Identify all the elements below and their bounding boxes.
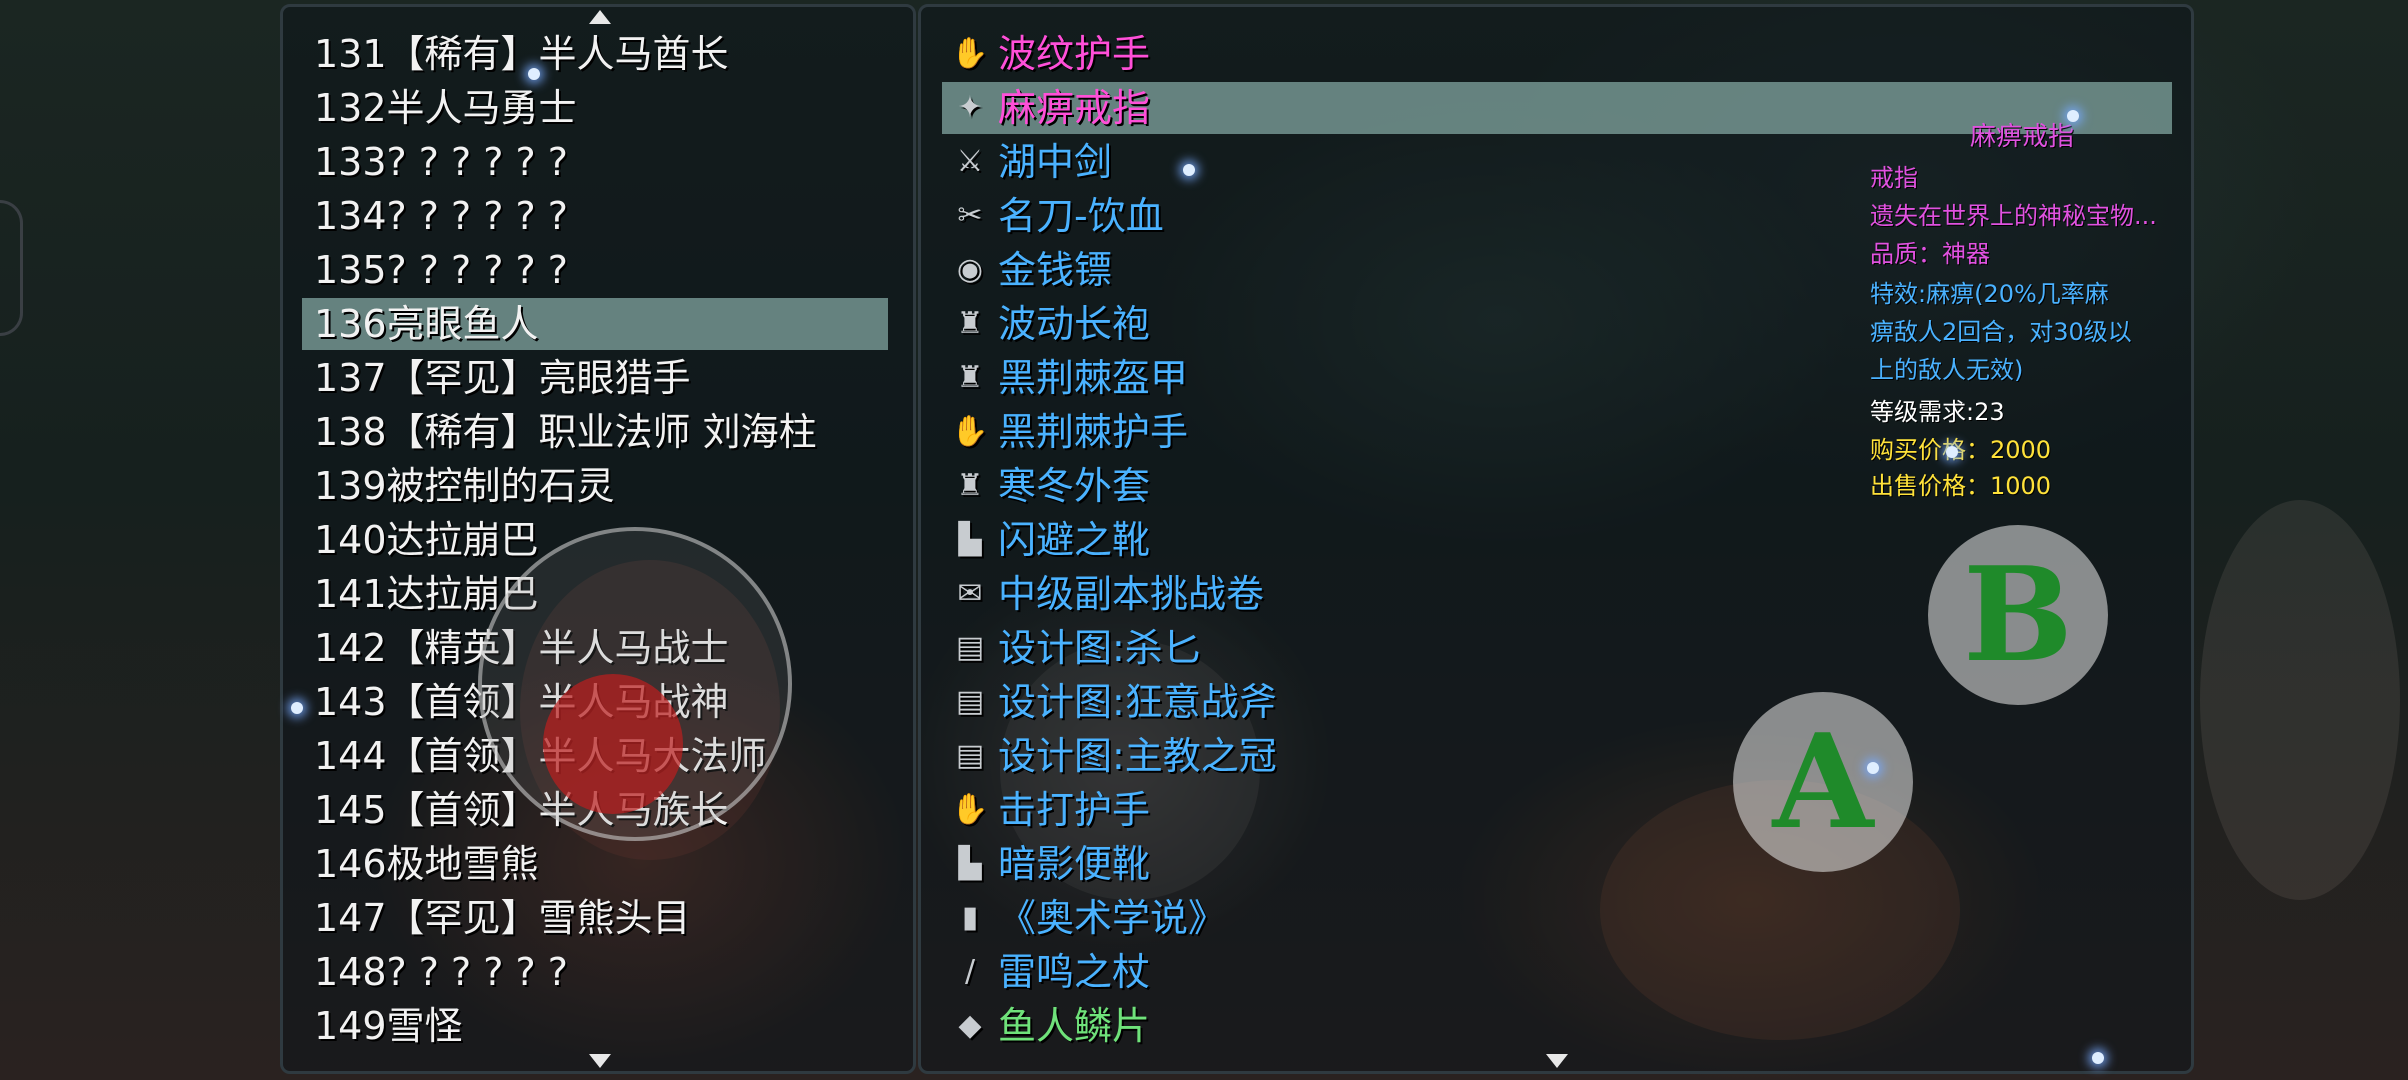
item-label: 麻痹戒指 <box>998 86 1151 130</box>
monster-list-item[interactable]: 139被控制的石灵 <box>302 460 888 512</box>
monster-list-item[interactable]: 135? ? ? ? ? ? <box>302 244 888 296</box>
gauntlet-icon: ✋ <box>951 36 989 71</box>
detail-description: 遗失在世界上的神秘宝物... <box>1870 202 2157 230</box>
detail-effect-line3: 上的敌人无效) <box>1870 356 2024 384</box>
item-label: 名刀-饮血 <box>998 194 1164 238</box>
monster-list-item[interactable]: 134? ? ? ? ? ? <box>302 190 888 242</box>
detail-effect-line1: 特效:麻痹(20%几率麻 <box>1870 280 2109 308</box>
detail-quality: 品质：神器 <box>1870 240 1990 268</box>
detail-sell-price: 出售价格：1000 <box>1870 472 2052 500</box>
scroll-up-arrow-icon[interactable] <box>589 10 611 24</box>
item-list-item[interactable]: ◆ 鱼人鳞片 <box>942 1000 2172 1052</box>
item-label: 金钱镖 <box>998 248 1113 292</box>
monster-list-item[interactable]: 137【罕见】亮眼猎手 <box>302 352 888 404</box>
sparkle-effect <box>1867 762 1879 774</box>
item-label: 黑荆棘护手 <box>998 410 1189 454</box>
coat-icon: ♜ <box>956 468 984 503</box>
item-label: 击打护手 <box>998 788 1151 832</box>
item-label: 设计图:杀匕 <box>998 626 1201 670</box>
item-label: 波纹护手 <box>998 32 1151 76</box>
item-label: 暗影便靴 <box>998 842 1151 886</box>
item-label: 设计图:主教之冠 <box>998 734 1277 778</box>
item-scroll-down-arrow-icon[interactable] <box>1546 1054 1568 1068</box>
sword-icon: ⚔ <box>956 144 984 179</box>
monster-list-item[interactable]: 146极地雪熊 <box>302 838 888 890</box>
boot-icon: ▙ <box>958 522 982 557</box>
monster-list-item[interactable]: 147【罕见】雪熊头目 <box>302 892 888 944</box>
item-list-item[interactable]: ▮ 《奥术学说》 <box>942 892 2172 944</box>
item-label: 设计图:狂意战斧 <box>998 680 1277 724</box>
blueprint-icon: ▤ <box>955 738 985 773</box>
detail-buy-price: 购买价格：2000 <box>1870 436 2052 464</box>
a-button[interactable]: A <box>1733 692 1913 872</box>
sparkle-effect <box>2092 1052 2104 1064</box>
sparkle-effect <box>528 68 540 80</box>
coin-icon: ◉ <box>956 252 984 287</box>
item-label: 鱼人鳞片 <box>998 1004 1151 1048</box>
monster-list-item[interactable]: 132半人马勇士 <box>302 82 888 134</box>
left-edge-handle[interactable] <box>0 200 23 336</box>
monster-list-item[interactable]: 133? ? ? ? ? ? <box>302 136 888 188</box>
glove-icon: ✋ <box>951 414 989 449</box>
blueprint-icon: ▤ <box>955 630 985 665</box>
item-label: 中级副本挑战卷 <box>998 572 1265 616</box>
monster-list-item[interactable]: 148? ? ? ? ? ? <box>302 946 888 998</box>
staff-icon: / <box>964 954 976 989</box>
gauntlet-icon: ✋ <box>951 792 989 827</box>
detail-effect-line2: 痹敌人2回合，对30级以 <box>1870 318 2132 346</box>
item-label: 湖中剑 <box>998 140 1113 184</box>
item-label: 闪避之靴 <box>998 518 1151 562</box>
monster-list-item[interactable]: 136亮眼鱼人 <box>302 298 888 350</box>
monster-list-item[interactable]: 149雪怪 <box>302 1000 888 1052</box>
detail-level-requirement: 等级需求:23 <box>1870 398 2005 426</box>
scale-icon: ◆ <box>958 1008 982 1043</box>
monster-list-item[interactable]: 138【稀有】职业法师 刘海柱 <box>302 406 888 458</box>
detail-item-name: 麻痹戒指 <box>1970 122 2075 152</box>
item-list-item[interactable]: / 雷鸣之杖 <box>942 946 2172 998</box>
item-label: 寒冬外套 <box>998 464 1151 508</box>
book-icon: ▮ <box>961 900 979 935</box>
item-label: 黑荆棘盔甲 <box>998 356 1189 400</box>
item-list-item[interactable]: ▙ 暗影便靴 <box>942 838 2172 890</box>
robe-icon: ♜ <box>956 306 984 341</box>
boot-icon: ▙ <box>958 846 982 881</box>
sparkle-effect <box>2067 110 2079 122</box>
blueprint-icon: ▤ <box>955 684 985 719</box>
sparkle-effect <box>1183 164 1195 176</box>
monster-scroll-down-arrow-icon[interactable] <box>589 1054 611 1068</box>
scroll-icon: ✉ <box>957 576 983 611</box>
item-label: 波动长袍 <box>998 302 1151 346</box>
detail-type: 戒指 <box>1870 164 1918 192</box>
joystick-knob[interactable] <box>543 674 683 814</box>
armor-icon: ♜ <box>956 360 984 395</box>
sparkle-effect <box>1946 446 1958 458</box>
item-list-item[interactable]: ✋ 波纹护手 <box>942 28 2172 80</box>
item-list-item[interactable]: ▤ 设计图:主教之冠 <box>942 730 2172 782</box>
item-label: 《奥术学说》 <box>998 896 1227 940</box>
b-button[interactable]: B <box>1928 525 2108 705</box>
sparkle-effect <box>291 702 303 714</box>
ring-icon: ✦ <box>957 90 983 125</box>
blade-icon: ✂ <box>957 198 983 233</box>
item-label: 雷鸣之杖 <box>998 950 1151 994</box>
item-list-item[interactable]: ✋ 击打护手 <box>942 784 2172 836</box>
monster-list-item[interactable]: 131【稀有】半人马酋长 <box>302 28 888 80</box>
